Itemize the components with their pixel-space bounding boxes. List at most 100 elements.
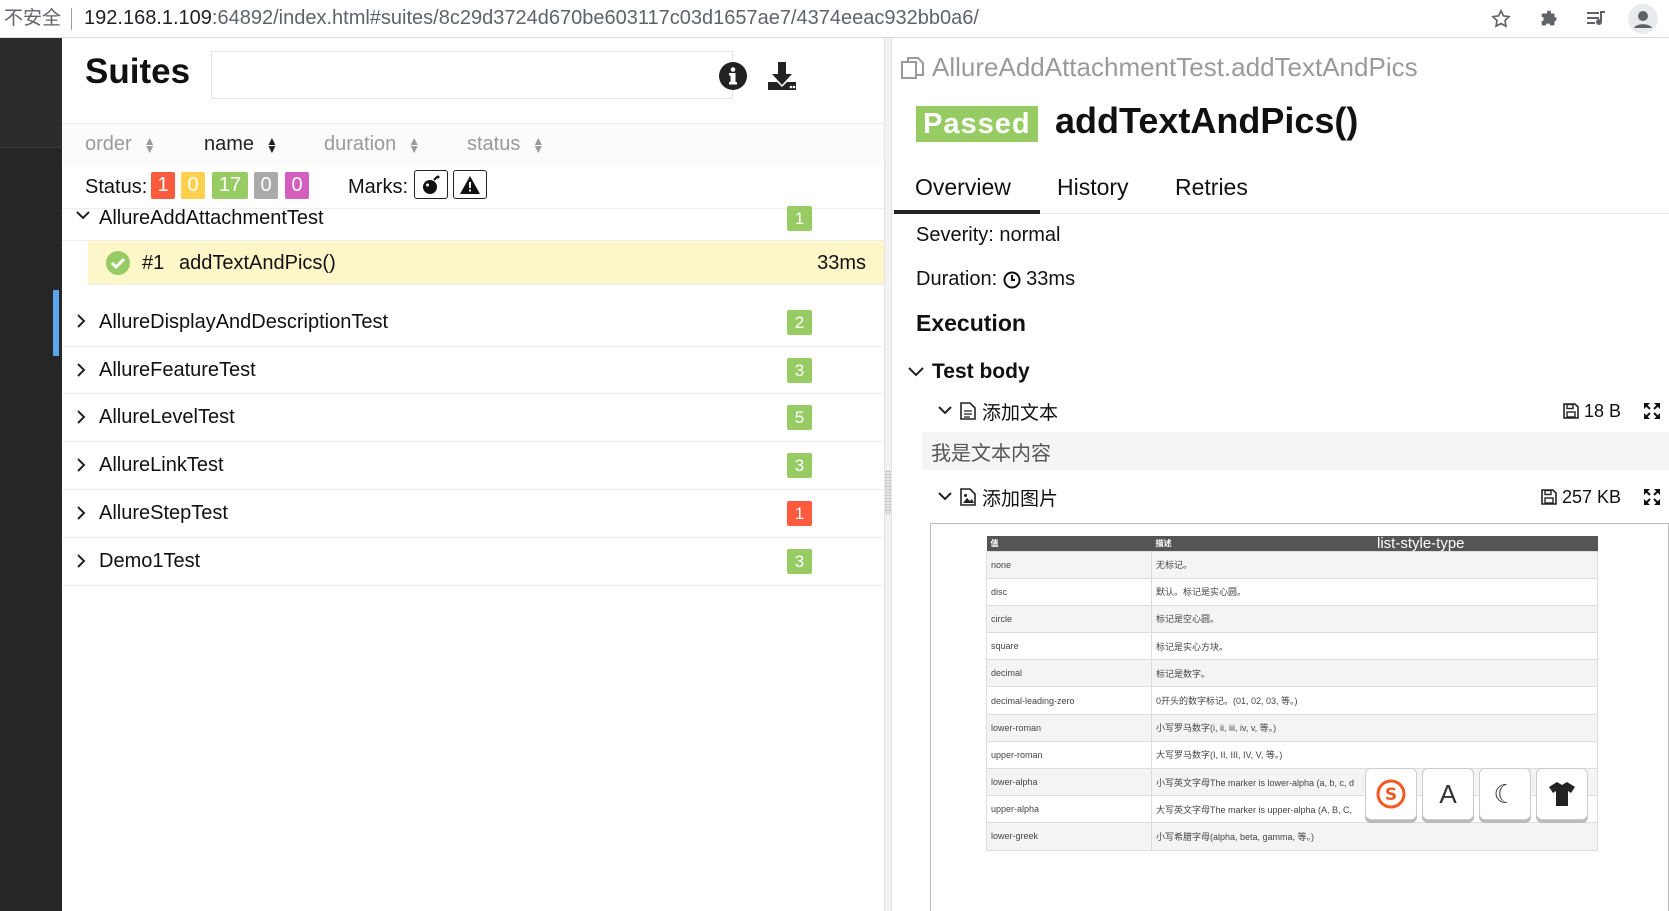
attachment-header[interactable]: 添加文本 18 B [938,395,1665,427]
sort-order[interactable]: order ▲ ▼ [85,133,156,156]
sort-arrows-icon: ▲ ▼ [532,133,545,156]
table-cell: 小写罗马数字(i, ii, iii, iv, v, 等。) [1151,713,1598,742]
suite-group-row[interactable]: Demo1Test 3 [62,538,884,586]
suite-group-row[interactable]: AllureAddAttachmentTest 1 [62,194,884,241]
sort-bar: order ▲ ▼ name ▲ ▼ duration ▲ ▼ status ▲ ▼ [62,123,884,165]
suite-group-name: AllureStepTest [99,502,228,524]
chevron-down-icon [938,492,952,501]
table-row: circle 标记是空心圆。 [986,604,1598,634]
input-mode-letter-button[interactable]: A [1422,768,1474,820]
sort-order-label: order [85,133,132,155]
insecure-label: 不安全 [0,7,73,30]
attachment-name: 添加文本 [982,402,1059,424]
suite-group-name: AllureDisplayAndDescriptionTest [99,311,389,333]
sort-duration[interactable]: duration ▲ ▼ [324,133,420,156]
suite-count-badge: 1 [787,501,812,526]
suite-count-badge: 3 [787,358,812,383]
table-cell: 标记是实心方块。 [1151,632,1598,661]
url-path: :64892/index.html#suites/8c29d3724d670be… [211,7,979,29]
save-disk-icon [1563,403,1579,419]
tab-retries[interactable]: Retries [1175,174,1248,201]
suite-group-row[interactable]: AllureLinkTest 3 [62,442,884,490]
suite-group-row[interactable]: AllureStepTest 1 [62,490,884,538]
suite-group-row[interactable]: AllureLevelTest 5 [62,394,884,442]
table-cell: 默认。标记是实心圆。 [1151,577,1598,606]
table-row: square 标记是实心方块。 [986,632,1598,661]
table-cell: lower-roman [986,713,1152,742]
test-number: #1 [142,252,165,274]
passed-check-icon [106,251,130,280]
chevron-down-icon [908,367,924,377]
suite-count-badge: 2 [787,310,812,335]
attachment-size: 18 B [1563,401,1621,422]
table-header-value: 值 [986,536,1152,551]
table-cell: lower-alpha [986,767,1152,797]
url-text[interactable]: 192.168.1.109:64892/index.html#suites/8c… [72,7,979,30]
side-nav-rail [0,38,62,911]
attachment-size-text: 257 KB [1561,486,1621,507]
extensions-puzzle-icon[interactable] [1521,0,1577,38]
shirt-skin-icon[interactable] [1536,768,1588,820]
table-cell: 小写希腊字母(alpha, beta, gamma, 等。) [1151,822,1598,851]
browser-address-bar[interactable]: 不安全 192.168.1.109:64892/index.html#suite… [0,0,1669,38]
table-cell: upper-alpha [986,795,1152,824]
duration-label: Duration: [916,268,998,290]
table-cell: 标记是数字。 [1151,659,1598,688]
suite-group-name: AllureAddAttachmentTest [99,207,324,229]
sogou-logo-letter: S [1385,785,1397,805]
table-cell: 0开头的数字标记。(01, 02, 03, 等。) [1151,686,1598,715]
download-icon[interactable] [764,58,800,94]
sort-status[interactable]: status ▲ ▼ [467,133,544,156]
sort-name[interactable]: name ▲ ▼ [204,133,278,156]
chevron-right-icon [76,554,86,568]
splitter-grip-icon[interactable] [885,470,891,514]
suite-count-badge: 5 [787,405,812,430]
sort-duration-label: duration [324,133,397,155]
suite-group-name: Demo1Test [99,550,201,572]
search-input[interactable] [211,51,733,99]
suite-group-name: AllureLinkTest [99,454,224,476]
test-body-toggle[interactable]: Test body [908,360,1030,384]
fullscreen-expand-icon[interactable] [1643,488,1661,506]
page-title: Suites [85,52,191,91]
copy-icon[interactable] [900,55,926,81]
table-cell: lower-greek [986,822,1152,851]
sogou-logo-icon[interactable]: S [1365,768,1417,820]
suite-group-row[interactable]: AllureFeatureTest 3 [62,347,884,394]
bookmark-star-icon[interactable] [1481,0,1521,38]
test-body-label: Test body [932,360,1030,383]
test-case-row[interactable]: #1 addTextAndPics() 33ms [88,241,884,285]
table-cell: decimal-leading-zero [986,686,1152,715]
suite-group-row[interactable]: AllureDisplayAndDescriptionTest 2 [53,290,884,356]
suite-count-badge: 3 [787,549,812,574]
attachment-image: 值描述 none 无标记。 disc 默认。标记是实心圆。 circle 标记是空心圆… [930,523,1669,911]
table-cell: 标记是空心圆。 [1151,604,1598,634]
url-host: 192.168.1.109 [84,7,212,29]
chevron-right-icon [76,458,86,472]
attachment-size-text: 18 B [1583,400,1621,421]
table-cell: upper-roman [986,740,1152,770]
ime-toolbar: S A ☾ [1365,768,1588,820]
text-file-icon [960,402,976,420]
media-queue-icon[interactable] [1577,0,1617,38]
chevron-down-icon [76,210,90,220]
profile-avatar-icon[interactable] [1617,0,1669,38]
test-full-path: AllureAddAttachmentTest.addTextAndPics [900,52,1418,83]
tab-history[interactable]: History [1057,174,1129,201]
table-cell: square [986,632,1152,661]
table-cell: none [986,550,1152,579]
chevron-right-icon [76,363,86,377]
active-tab-underline [894,210,1040,214]
suites-pane: Suites order ▲ ▼ name ▲ ▼ duration ▲ ▼ status ▲… [53,38,884,911]
table-row: lower-greek 小写希腊字母(alpha, beta, gamma, 等。… [986,822,1598,851]
table-cell: 无标记。 [1151,550,1598,579]
moon-night-mode-icon[interactable]: ☾ [1479,768,1531,820]
suite-group-name: AllureFeatureTest [99,359,256,381]
fullscreen-expand-icon[interactable] [1643,402,1661,420]
sort-arrows-icon: ▲ ▼ [266,133,278,156]
info-icon[interactable] [715,58,751,94]
table-row: none 无标记。 [986,550,1598,579]
table-cell: disc [986,577,1152,606]
tab-overview[interactable]: Overview [915,174,1011,201]
attachment-header[interactable]: 添加图片 257 KB [938,481,1665,513]
